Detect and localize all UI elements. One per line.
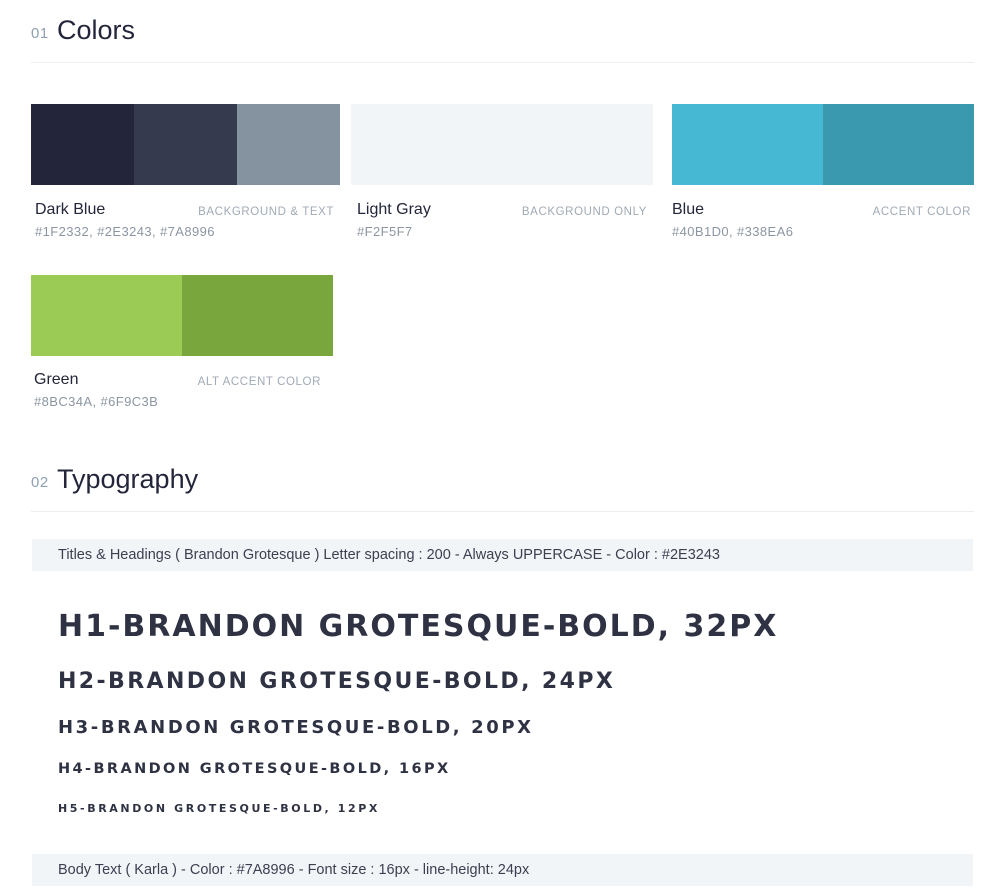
section-number: 02	[31, 474, 49, 491]
color-chip	[31, 104, 134, 185]
h2-sample: H2-BRANDON GROTESQUE-BOLD, 24PX	[58, 669, 616, 694]
color-chip	[351, 104, 653, 185]
h3-sample: H3-BRANDON GROTESQUE-BOLD, 20PX	[58, 717, 534, 738]
swatch-usage: BACKGROUND ONLY	[521, 206, 647, 218]
swatch-blue	[672, 104, 974, 185]
swatch-usage: ALT ACCENT COLOR	[197, 376, 321, 388]
color-chip	[823, 104, 974, 185]
swatch-dark-blue	[31, 104, 340, 185]
typography-section-header: 02 Typography	[31, 450, 974, 512]
swatch-hex: #F2F5F7	[357, 224, 413, 239]
titles-headings-note: Titles & Headings ( Brandon Grotesque ) …	[32, 539, 973, 571]
swatch-usage: ACCENT COLOR	[872, 206, 971, 218]
swatch-light-gray	[351, 104, 653, 185]
colors-section-header: 01 Colors	[31, 0, 974, 63]
color-chip	[237, 104, 340, 185]
h1-sample: H1-BRANDON GROTESQUE-BOLD, 32PX	[58, 609, 779, 644]
section-number: 01	[31, 25, 49, 42]
color-chip	[31, 275, 182, 356]
color-chip	[672, 104, 823, 185]
swatch-green	[31, 275, 333, 356]
swatch-name: Green	[34, 371, 79, 388]
swatch-hex: #1F2332, #2E3243, #7A8996	[35, 224, 215, 239]
h5-sample: H5-BRANDON GROTESQUE-BOLD, 12PX	[58, 802, 381, 815]
section-title: Typography	[57, 464, 199, 494]
swatch-name: Dark Blue	[35, 201, 106, 218]
swatch-hex: #40B1D0, #338EA6	[672, 224, 794, 239]
h4-sample: H4-BRANDON GROTESQUE-BOLD, 16PX	[58, 761, 451, 777]
swatch-name: Light Gray	[357, 201, 431, 218]
swatch-usage: BACKGROUND & TEXT	[198, 206, 334, 218]
color-chip	[182, 275, 333, 356]
color-chip	[134, 104, 237, 185]
swatch-name: Blue	[672, 201, 705, 218]
section-title: Colors	[57, 15, 136, 45]
swatch-hex: #8BC34A, #6F9C3B	[34, 394, 159, 409]
body-text-note: Body Text ( Karla ) - Color : #7A8996 - …	[32, 854, 973, 886]
